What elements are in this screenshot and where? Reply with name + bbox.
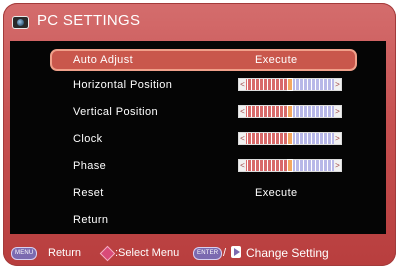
menu-item-value: Execute: [255, 54, 298, 66]
slider-right-arrow-icon[interactable]: >: [334, 79, 341, 90]
menu-key-icon: MENU: [11, 247, 38, 260]
slider-thumb[interactable]: [287, 78, 293, 91]
footer-select-text: :Select Menu: [115, 247, 180, 259]
menu-item-vertical-position[interactable]: Vertical Position < >: [50, 102, 357, 122]
menu-item-label: Auto Adjust: [73, 54, 134, 66]
slider-left-arrow-icon[interactable]: <: [239, 133, 246, 144]
menu-item-reset[interactable]: Reset Execute: [50, 183, 357, 203]
menu-item-clock[interactable]: Clock < >: [50, 129, 357, 149]
footer-change-text: Change Setting: [246, 246, 329, 260]
vertical-position-slider[interactable]: < >: [238, 105, 342, 118]
menu-item-auto-adjust[interactable]: Auto Adjust Execute: [50, 49, 357, 71]
menu-item-phase[interactable]: Phase < >: [50, 156, 357, 176]
title-bar: PC SETTINGS: [3, 3, 396, 41]
slider-left-arrow-icon[interactable]: <: [239, 79, 246, 90]
page-title: PC SETTINGS: [37, 12, 141, 29]
monitor-icon: [13, 17, 28, 28]
horizontal-position-slider[interactable]: < >: [238, 78, 342, 91]
right-arrow-icon: [231, 246, 241, 258]
slider-right-arrow-icon[interactable]: >: [334, 160, 341, 171]
slider-right-arrow-icon[interactable]: >: [334, 133, 341, 144]
menu-item-return[interactable]: Return: [50, 210, 357, 230]
phase-slider[interactable]: < >: [238, 159, 342, 172]
menu-item-value: Execute: [255, 187, 298, 199]
menu-item-label: Vertical Position: [73, 106, 159, 118]
slider-thumb[interactable]: [287, 132, 293, 145]
slider-thumb[interactable]: [287, 159, 293, 172]
menu-panel: Auto Adjust Execute Horizontal Position …: [10, 41, 386, 234]
menu-item-label: Phase: [73, 160, 107, 172]
slider-left-arrow-icon[interactable]: <: [239, 160, 246, 171]
menu-item-label: Reset: [73, 187, 104, 199]
menu-item-label: Clock: [73, 133, 103, 145]
menu-item-label: Horizontal Position: [73, 79, 173, 91]
footer-help-bar: MENU Return :Select Menu ENTER / Change …: [3, 243, 396, 263]
slider-thumb[interactable]: [287, 105, 293, 118]
slider-right-arrow-icon[interactable]: >: [334, 106, 341, 117]
slider-left-arrow-icon[interactable]: <: [239, 106, 246, 117]
menu-item-label: Return: [73, 214, 109, 226]
osd-window: PC SETTINGS Auto Adjust Execute Horizont…: [3, 3, 396, 266]
menu-item-horizontal-position[interactable]: Horizontal Position < >: [50, 75, 357, 95]
footer-slash: /: [223, 247, 227, 259]
up-down-diamond-icon: [99, 245, 116, 262]
clock-slider[interactable]: < >: [238, 132, 342, 145]
footer-return-text: Return: [48, 247, 82, 259]
enter-key-icon: ENTER: [193, 247, 223, 260]
